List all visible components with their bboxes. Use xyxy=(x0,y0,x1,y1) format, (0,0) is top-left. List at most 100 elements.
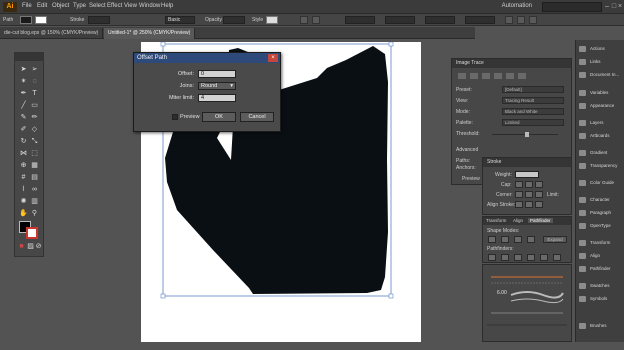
selection-handle-bl[interactable] xyxy=(160,293,166,299)
opacity-field[interactable] xyxy=(223,16,245,24)
mode-select[interactable]: Black and White xyxy=(502,108,564,115)
bevel-join-icon[interactable] xyxy=(535,191,543,198)
outline-pf-icon[interactable] xyxy=(540,254,548,261)
align-inside-icon[interactable] xyxy=(525,201,533,208)
dialog-close-icon[interactable]: × xyxy=(268,54,278,62)
advanced-toggle[interactable]: Advanced xyxy=(456,147,478,153)
preview-checkbox[interactable] xyxy=(172,114,178,120)
height-field[interactable] xyxy=(465,16,495,24)
round-cap-icon[interactable] xyxy=(525,181,533,188)
dock-actions[interactable]: Actions xyxy=(576,44,624,54)
dock-paragraph[interactable]: Paragraph xyxy=(576,208,624,218)
cancel-button[interactable]: Cancel xyxy=(240,112,274,122)
grayscale-icon[interactable] xyxy=(494,73,502,79)
direct-selection-tool-icon[interactable]: ➢ xyxy=(30,65,39,74)
menu-effect[interactable]: Effect xyxy=(107,3,122,9)
menu-select[interactable]: Select xyxy=(89,3,106,9)
dock-brushes[interactable]: Brushes xyxy=(576,321,624,331)
line-tool-icon[interactable]: ╱ xyxy=(19,101,28,110)
low-color-icon[interactable] xyxy=(482,73,490,79)
menu-view[interactable]: View xyxy=(124,3,137,9)
rectangle-tool-icon[interactable]: ▭ xyxy=(30,101,39,110)
wavy-brush[interactable] xyxy=(510,291,564,299)
tab-untitled-1[interactable]: Untitled-1* @ 250% (CMYK/Preview) xyxy=(104,28,196,39)
dock-symbols[interactable]: Symbols xyxy=(576,294,624,304)
round-join-icon[interactable] xyxy=(525,191,533,198)
dock-pathfinder[interactable]: Pathfinder xyxy=(576,264,624,274)
menu-type[interactable]: Type xyxy=(73,3,86,9)
intersect-icon[interactable] xyxy=(514,236,522,243)
align-button[interactable] xyxy=(312,16,320,24)
tab-die-cut-blog[interactable]: die-cut blog.eps @ 150% (CMYK/Preview) xyxy=(0,28,104,39)
minus-back-icon[interactable] xyxy=(553,254,561,261)
minus-front-icon[interactable] xyxy=(501,236,509,243)
crop-icon[interactable] xyxy=(527,254,535,261)
blob-brush-tool-icon[interactable]: ✐ xyxy=(19,125,28,134)
stroke-color-swatch[interactable] xyxy=(26,227,38,239)
image-trace-title[interactable]: Image Trace xyxy=(452,59,571,68)
dialog-title[interactable]: Offset Path xyxy=(134,53,280,63)
color-mode-icon[interactable]: ■ xyxy=(17,242,26,251)
auto-color-icon[interactable] xyxy=(458,73,466,79)
menu-object[interactable]: Object xyxy=(52,3,69,9)
menu-help[interactable]: Help xyxy=(161,3,173,9)
dock-character[interactable]: Character xyxy=(576,195,624,205)
minimize-icon[interactable]: – xyxy=(604,2,610,11)
merge-icon[interactable] xyxy=(514,254,522,261)
outline-icon[interactable] xyxy=(518,73,526,79)
tab-transform[interactable]: Transform xyxy=(486,218,506,223)
tab-align[interactable]: Align xyxy=(513,218,523,223)
y-field[interactable] xyxy=(385,16,415,24)
selection-handle-br[interactable] xyxy=(388,293,394,299)
divide-icon[interactable] xyxy=(488,254,496,261)
lasso-tool-icon[interactable]: ◌ xyxy=(30,77,39,86)
mesh-tool-icon[interactable]: # xyxy=(19,173,28,182)
dock-align[interactable]: Align xyxy=(576,251,624,261)
close-icon[interactable]: × xyxy=(617,2,623,11)
fill-swatch[interactable] xyxy=(20,16,32,24)
dock-links[interactable]: Links xyxy=(576,57,624,67)
column-graph-tool-icon[interactable]: ▥ xyxy=(30,197,39,206)
menu-edit[interactable]: Edit xyxy=(37,3,47,9)
gradient-tool-icon[interactable]: ▤ xyxy=(30,173,39,182)
search-input[interactable] xyxy=(542,2,602,12)
eraser-tool-icon[interactable]: ◇ xyxy=(30,125,39,134)
selection-tool-icon[interactable]: ➤ xyxy=(19,65,28,74)
free-transform-tool-icon[interactable]: ⬚ xyxy=(30,149,39,158)
exclude-icon[interactable] xyxy=(527,236,535,243)
workspace-switcher[interactable]: Automation xyxy=(502,3,532,9)
high-color-icon[interactable] xyxy=(470,73,478,79)
brush-definition[interactable]: Basic xyxy=(165,16,195,24)
transform-button[interactable] xyxy=(505,16,513,24)
selection-handle-tr[interactable] xyxy=(388,42,394,47)
dock-opentype[interactable]: OpenType xyxy=(576,221,624,231)
symbol-sprayer-tool-icon[interactable]: ✺ xyxy=(19,197,28,206)
miter-limit-field[interactable]: 4 xyxy=(198,94,236,102)
dock-color-guide[interactable]: Color Guide xyxy=(576,178,624,188)
recolor-button[interactable] xyxy=(300,16,308,24)
scale-tool-icon[interactable]: ⤡ xyxy=(30,137,39,146)
dock-swatches[interactable]: Swatches xyxy=(576,281,624,291)
menu-window[interactable]: Window xyxy=(139,3,160,9)
menu-file[interactable]: File xyxy=(22,3,32,9)
none-mode-icon[interactable]: ⊘ xyxy=(34,242,43,251)
width-tool-icon[interactable]: ⋈ xyxy=(19,149,28,158)
ok-button[interactable]: OK xyxy=(202,112,236,122)
x-field[interactable] xyxy=(345,16,375,24)
align-center-icon[interactable] xyxy=(515,201,523,208)
width-field[interactable] xyxy=(425,16,455,24)
dock-variables[interactable]: Variables xyxy=(576,88,624,98)
stroke-swatch[interactable] xyxy=(35,16,47,24)
thin-wavy-brush[interactable] xyxy=(510,298,564,304)
unite-icon[interactable] xyxy=(488,236,496,243)
selection-handle-tl[interactable] xyxy=(160,42,166,47)
dock-document-info[interactable]: Document In... xyxy=(576,70,624,80)
hand-tool-icon[interactable]: ✋ xyxy=(19,209,28,218)
expand-button[interactable]: Expand xyxy=(543,236,567,243)
tab-pathfinder[interactable]: Pathfinder xyxy=(528,218,553,223)
tools-panel-header[interactable] xyxy=(15,53,43,61)
stroke-weight-field[interactable] xyxy=(88,16,110,24)
rotate-tool-icon[interactable]: ↻ xyxy=(19,137,28,146)
butt-cap-icon[interactable] xyxy=(515,181,523,188)
weight-field[interactable] xyxy=(515,171,539,178)
